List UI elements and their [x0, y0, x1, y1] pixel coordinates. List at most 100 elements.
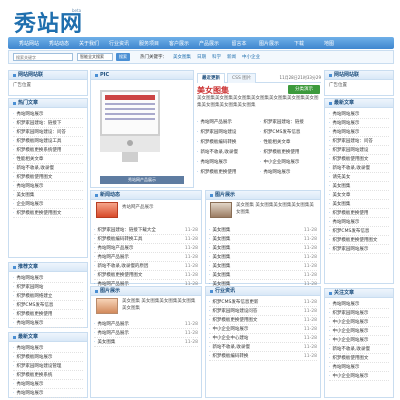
- search-type-select[interactable]: 智能全文搜索: [77, 53, 113, 61]
- list-item[interactable]: · 织梦家园网站展示: [329, 309, 389, 318]
- list-item-title[interactable]: 织梦模板使用图文: [332, 155, 368, 163]
- list-item-title[interactable]: 织梦家园网站建设问答: [212, 307, 257, 315]
- list-item-title[interactable]: 性能相关文章: [16, 155, 43, 163]
- carousel-image[interactable]: [96, 86, 164, 174]
- list-item-title[interactable]: 秀站网站展示: [332, 218, 359, 226]
- list-item[interactable]: · 织梦CMS发布信息: [329, 227, 389, 236]
- list-item-title[interactable]: 秀站网站展示: [16, 182, 43, 190]
- list-item-title[interactable]: 企业网站展示: [16, 200, 43, 208]
- list-item-title[interactable]: 织梦模板更换系统使用: [16, 146, 61, 154]
- list-item[interactable]: · 秀站网站展示: [329, 128, 389, 137]
- hot-keyword-link[interactable]: 美女图集: [173, 54, 191, 60]
- list-item[interactable]: · 织梦模板更换系统使用: [13, 146, 83, 155]
- list-item[interactable]: · 秀站网站展示: [13, 319, 83, 328]
- list-item[interactable]: · 织梦模板更换系统: [13, 371, 83, 380]
- list-item[interactable]: · 织梦模板使用图文: [329, 354, 389, 363]
- grid-link-label[interactable]: 织梦家园网站建设: [200, 130, 236, 135]
- list-item[interactable]: · 织梦模板编码转换 11-28: [209, 352, 317, 361]
- list-item[interactable]: · 新站不收录,收录慢: [329, 345, 389, 354]
- list-item-title[interactable]: 织梦家园网站展示: [332, 309, 368, 317]
- grid-link-label[interactable]: 性能相关文章: [263, 140, 290, 145]
- list-item[interactable]: · 秀站网站展示: [329, 218, 389, 227]
- list-item[interactable]: · 美女图集 11-28: [209, 244, 317, 253]
- list-item-title[interactable]: 中小企业中心建站: [212, 334, 248, 342]
- list-item-title[interactable]: 秀站网站展示: [16, 389, 43, 397]
- grid-link-label[interactable]: 织梦模板编码转换: [200, 140, 236, 145]
- list-item[interactable]: · 织梦模板网络建立: [13, 292, 83, 301]
- grid-link-label[interactable]: 织梦模板更换使用: [263, 150, 299, 155]
- list-item-title[interactable]: 织梦CMS发布信息: [16, 301, 53, 309]
- gallery-thumbnail[interactable]: [210, 202, 232, 218]
- hot-keyword-link[interactable]: 新闻: [227, 54, 236, 60]
- list-item-title[interactable]: 中小企业网站展示: [332, 336, 368, 344]
- list-item[interactable]: · 中小企业中心建站 11-28: [209, 334, 317, 343]
- product-thumbnail[interactable]: [96, 298, 118, 314]
- search-button[interactable]: 搜索: [116, 53, 130, 61]
- nav-item[interactable]: 秀站网站: [14, 40, 44, 47]
- nav-item[interactable]: 客户展示: [164, 40, 194, 47]
- category-badge[interactable]: 分类演示: [288, 85, 320, 94]
- list-item[interactable]: · 织梦家园网站: [13, 283, 83, 292]
- nav-item[interactable]: 地图: [314, 40, 344, 47]
- grid-link-label[interactable]: 织梦家园建站：链接: [263, 120, 304, 125]
- list-item-title[interactable]: 新站不收录,收录慢: [16, 164, 53, 172]
- list-item[interactable]: · 企业网站展示: [13, 200, 83, 209]
- list-item[interactable]: · 秀站网产品展示 11-28: [94, 329, 198, 338]
- list-item-title[interactable]: 秀站网站展示: [332, 300, 359, 308]
- list-item-title[interactable]: 秀站网站展示: [332, 110, 359, 118]
- list-item[interactable]: · 秀站网站产品展示 11-28: [94, 244, 198, 253]
- list-item-title[interactable]: 新站不收录,收录慢: [212, 343, 249, 351]
- list-item-title[interactable]: 美女文章: [332, 191, 350, 199]
- list-item[interactable]: · 新站不收录,收录慢: [329, 164, 389, 173]
- list-item[interactable]: · 织梦模板使用图文: [329, 155, 389, 164]
- list-item-title[interactable]: 秀站网站展示: [16, 344, 43, 352]
- list-item-title[interactable]: 织梦CMS发布信息: [332, 227, 369, 235]
- grid-link[interactable]: · 性能相关文章: [260, 138, 319, 148]
- grid-link-label[interactable]: 织梦模板更换使用: [200, 170, 236, 175]
- list-item-title[interactable]: 织梦家园网站建设管理: [16, 362, 61, 370]
- list-item-title[interactable]: 织梦模板使用图文: [16, 173, 52, 181]
- list-item-title[interactable]: 织梦模板网络建立: [16, 292, 52, 300]
- list-item-title[interactable]: 新站不收录,收录慢的原因: [97, 262, 148, 270]
- tab-latest[interactable]: 最近更新: [197, 73, 225, 83]
- list-item[interactable]: · 美女图集 11-28: [209, 235, 317, 244]
- search-input[interactable]: [13, 53, 73, 61]
- list-item[interactable]: · 秀站网站展示: [13, 110, 83, 119]
- list-item-title[interactable]: 美女图集: [212, 244, 230, 252]
- list-item[interactable]: · 织梦模板更换使用图文: [329, 236, 389, 245]
- list-item-title[interactable]: 织梦模板使用图文: [332, 354, 368, 362]
- list-item[interactable]: · 中小企业网站展示 11-28: [209, 325, 317, 334]
- list-item[interactable]: · 新站不收录,收录慢 11-28: [209, 343, 317, 352]
- list-item[interactable]: · 美女图集 11-28: [209, 226, 317, 235]
- grid-link[interactable]: · 秀站网站展示: [197, 158, 256, 168]
- list-item-title[interactable]: 美女图集: [212, 235, 230, 243]
- list-item[interactable]: · 美女图集 11-28: [94, 338, 198, 347]
- tab-css-images[interactable]: CSS 图片: [227, 73, 257, 83]
- list-item-title[interactable]: 美女图集: [212, 226, 230, 234]
- list-item[interactable]: · 秀站网站展示: [329, 119, 389, 128]
- list-item-title[interactable]: 秀站网站展示: [332, 128, 359, 136]
- list-item-title[interactable]: 中小企业网站展示: [332, 327, 368, 335]
- list-item[interactable]: · 秀站网站展示: [13, 274, 83, 283]
- list-item-title[interactable]: 织梦CMS发布信息更新: [212, 298, 258, 306]
- list-item-title[interactable]: 秀站网站展示: [16, 274, 43, 282]
- hot-keyword-link[interactable]: 日期: [197, 54, 206, 60]
- list-item-title[interactable]: 中小企业网站展示: [332, 372, 368, 380]
- list-item[interactable]: · 织梦模板更换使用图文 11-28: [94, 271, 198, 280]
- list-item-title[interactable]: 织梦模板编码转换: [212, 352, 248, 360]
- grid-link-label[interactable]: 织梦CMS发布信息: [263, 130, 300, 135]
- list-item-title[interactable]: 秀站网产品展示: [97, 253, 129, 261]
- list-item-title[interactable]: 织梦模板更换使用: [332, 209, 368, 217]
- list-item[interactable]: · 织梦模板网站展示: [13, 353, 83, 362]
- list-item[interactable]: · 美女图集: [13, 191, 83, 200]
- list-item[interactable]: · 织梦模板更换使用: [329, 209, 389, 218]
- list-item-title[interactable]: 中小企业网站展示: [332, 318, 368, 326]
- list-item-title[interactable]: 秀站网站展示: [16, 319, 43, 327]
- nav-item[interactable]: 图片展示: [254, 40, 284, 47]
- list-item-title[interactable]: 美女图集: [332, 200, 350, 208]
- list-item[interactable]: · 织梦家园网站展示: [329, 245, 389, 254]
- list-item-title[interactable]: 织梦模板更换使用图文: [212, 316, 257, 324]
- grid-link[interactable]: · 织梦模板编码转换: [197, 138, 256, 148]
- list-item[interactable]: · 织梦家园网站建设：问答: [13, 128, 83, 137]
- list-item-title[interactable]: 美女图集: [212, 253, 230, 261]
